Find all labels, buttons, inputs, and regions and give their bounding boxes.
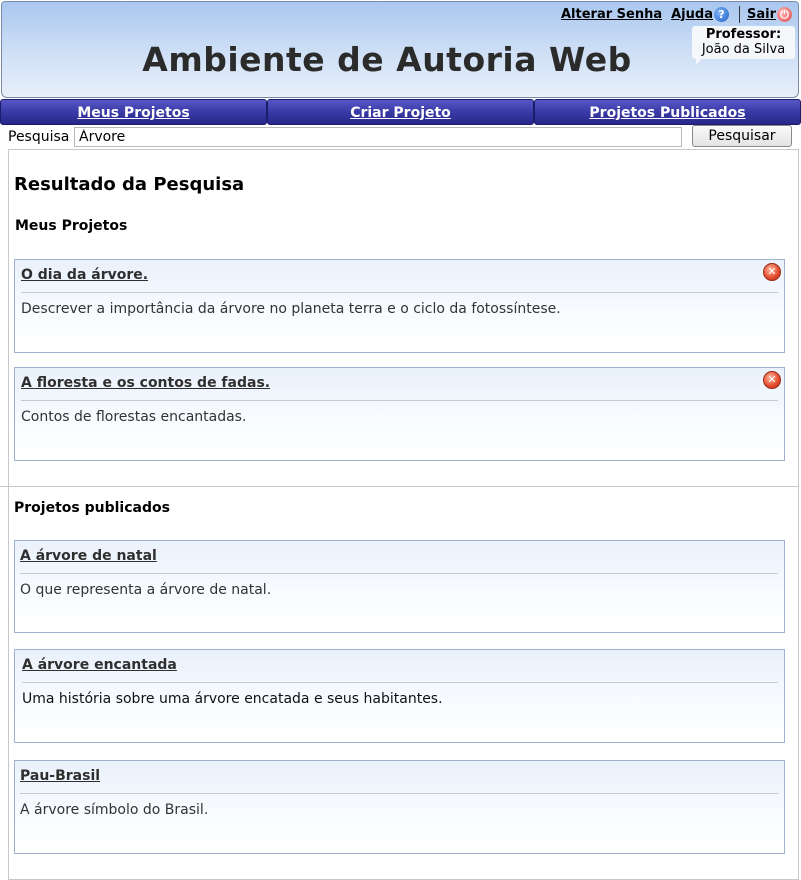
card-divider bbox=[20, 793, 778, 794]
project-card: O dia da árvore. ✕ Descrever a importânc… bbox=[14, 259, 785, 353]
project-card: A floresta e os contos de fadas. ✕ Conto… bbox=[14, 367, 785, 461]
tab-create-project[interactable]: Criar Projeto bbox=[267, 99, 534, 125]
project-description: Contos de florestas encantadas. bbox=[21, 409, 247, 425]
search-button[interactable]: Pesquisar bbox=[692, 125, 792, 147]
my-projects-heading: Meus Projetos bbox=[15, 218, 128, 234]
delete-icon[interactable]: ✕ bbox=[763, 263, 781, 281]
logout-link-wrap[interactable]: Sair ⏻ bbox=[747, 7, 792, 22]
user-info-box: Professor: João da Silva bbox=[692, 26, 795, 65]
power-icon[interactable]: ⏻ bbox=[777, 7, 792, 22]
project-description: A árvore símbolo do Brasil. bbox=[20, 802, 209, 818]
project-title-link[interactable]: A árvore de natal bbox=[20, 548, 157, 564]
app-header: Ambiente de Autoria Web Alterar Senha Aj… bbox=[1, 1, 799, 98]
card-divider bbox=[20, 573, 778, 574]
card-divider bbox=[21, 400, 778, 401]
tab-my-projects[interactable]: Meus Projetos bbox=[0, 99, 267, 125]
project-description: Uma história sobre uma árvore encatada e… bbox=[22, 691, 443, 707]
logout-link[interactable]: Sair bbox=[747, 7, 776, 22]
results-title: Resultado da Pesquisa bbox=[14, 174, 245, 195]
project-description: O que representa a árvore de natal. bbox=[20, 582, 272, 598]
help-link[interactable]: Ajuda bbox=[671, 7, 713, 22]
top-links: Alterar Senha Ajuda ? Sair ⏻ bbox=[561, 6, 792, 23]
project-description: Descrever a importância da árvore no pla… bbox=[21, 301, 561, 317]
delete-icon[interactable]: ✕ bbox=[763, 371, 781, 389]
help-icon[interactable]: ? bbox=[713, 7, 729, 22]
user-name: João da Silva bbox=[701, 42, 786, 57]
user-role: Professor: bbox=[705, 27, 782, 42]
app-title: Ambiente de Autoria Web bbox=[142, 40, 632, 79]
published-project-card: A árvore de natal O que representa a árv… bbox=[14, 540, 785, 633]
project-title-link[interactable]: A árvore encantada bbox=[22, 657, 177, 673]
project-title-link[interactable]: A floresta e os contos de fadas. bbox=[21, 375, 270, 391]
link-divider bbox=[738, 6, 740, 23]
search-bar: Pesquisa Pesquisar bbox=[0, 125, 801, 149]
main-nav: Meus Projetos Criar Projeto Projetos Pub… bbox=[0, 99, 801, 125]
project-title-link[interactable]: Pau-Brasil bbox=[20, 768, 100, 784]
user-box-tail bbox=[696, 59, 701, 65]
published-projects-heading: Projetos publicados bbox=[14, 500, 170, 516]
card-divider bbox=[21, 292, 778, 293]
search-label: Pesquisa bbox=[8, 129, 70, 145]
tab-published-projects[interactable]: Projetos Publicados bbox=[534, 99, 801, 125]
project-title-link[interactable]: O dia da árvore. bbox=[21, 267, 148, 283]
search-input[interactable] bbox=[74, 127, 682, 147]
change-password-link[interactable]: Alterar Senha bbox=[561, 7, 662, 22]
panel-divider bbox=[0, 486, 8, 487]
card-divider bbox=[22, 682, 778, 683]
published-project-card: Pau-Brasil A árvore símbolo do Brasil. bbox=[14, 760, 785, 854]
published-project-card: A árvore encantada Uma história sobre um… bbox=[14, 649, 785, 743]
help-link-wrap[interactable]: Ajuda ? bbox=[671, 7, 729, 22]
